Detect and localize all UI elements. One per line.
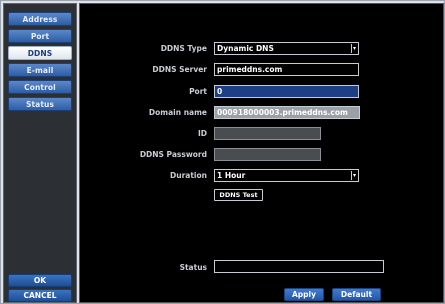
- default-button[interactable]: Default: [332, 288, 381, 301]
- sidebar-item-ddns[interactable]: DDNS: [8, 46, 72, 60]
- sidebar: Address Port DDNS E-mail Control Status …: [3, 3, 77, 303]
- sidebar-item-port[interactable]: Port: [8, 29, 72, 43]
- apply-button[interactable]: Apply: [284, 288, 324, 301]
- ddns-password-input[interactable]: [214, 148, 321, 161]
- ok-button[interactable]: OK: [8, 274, 72, 287]
- id-label: ID: [197, 129, 207, 138]
- sidebar-item-status[interactable]: Status: [8, 97, 72, 111]
- ddns-server-value: primeddns.com: [217, 65, 283, 74]
- duration-label: Duration: [170, 171, 207, 180]
- ddns-type-value: Dynamic DNS: [217, 44, 274, 53]
- ddns-password-label: DDNS Password: [139, 150, 207, 159]
- domain-name-label: Domain name: [148, 108, 207, 117]
- ddns-server-input[interactable]: primeddns.com: [214, 63, 359, 76]
- ddns-server-label: DDNS Server: [152, 65, 207, 74]
- dropdown-arrow-icon[interactable]: ▾: [351, 44, 357, 53]
- ddns-test-button[interactable]: DDNS Test: [214, 189, 263, 201]
- id-input[interactable]: [214, 127, 321, 140]
- domain-name-value: 000918000003.primeddns.com: [217, 108, 348, 117]
- port-input[interactable]: 0: [214, 85, 359, 98]
- sidebar-item-email[interactable]: E-mail: [8, 63, 72, 77]
- port-label: Port: [189, 87, 207, 96]
- dropdown-arrow-icon[interactable]: ▾: [351, 171, 357, 180]
- status-field: [214, 260, 384, 273]
- duration-select[interactable]: 1 Hour ▾: [214, 169, 359, 182]
- port-value: 0: [217, 87, 223, 96]
- ddns-type-label: DDNS Type: [160, 44, 207, 53]
- ddns-type-select[interactable]: Dynamic DNS ▾: [214, 42, 359, 55]
- duration-value: 1 Hour: [217, 171, 246, 180]
- ddns-panel: DDNS Type Dynamic DNS ▾ DDNS Server prim…: [79, 3, 444, 303]
- ddns-settings-window: Address Port DDNS E-mail Control Status …: [0, 0, 445, 304]
- domain-name-field: 000918000003.primeddns.com: [214, 106, 360, 119]
- sidebar-item-control[interactable]: Control: [8, 80, 72, 94]
- cancel-button[interactable]: CANCEL: [8, 289, 72, 302]
- sidebar-item-address[interactable]: Address: [8, 12, 72, 26]
- status-label: Status: [179, 263, 207, 272]
